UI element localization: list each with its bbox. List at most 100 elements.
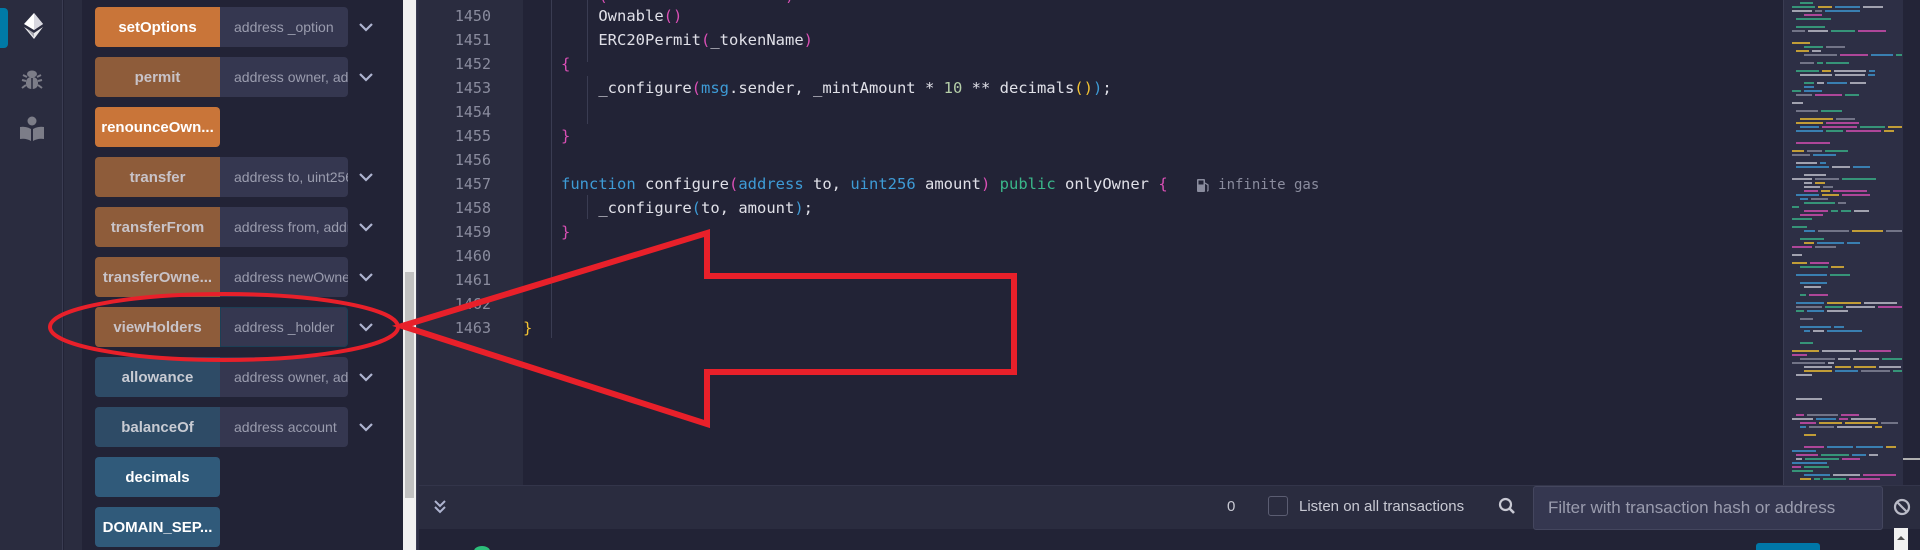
expand-function-button[interactable]: [356, 217, 376, 237]
minimap-line: [1796, 130, 1823, 132]
rail-item-debugger[interactable]: [16, 64, 48, 96]
minimap-line: [1834, 70, 1866, 72]
minimap-line: [1804, 86, 1814, 88]
minimap-line: [1804, 190, 1818, 192]
code-editor[interactable]: 1450 1451 1452 1453 1454 1455 1456 1457 1458 1459…: [419, 0, 1783, 485]
listen-all-transactions-checkbox[interactable]: [1268, 496, 1288, 516]
line-number: 1460: [454, 247, 491, 265]
expand-function-button[interactable]: [356, 417, 376, 437]
minimap-line: [1821, 110, 1842, 112]
expand-function-button[interactable]: [356, 67, 376, 87]
minimap-line: [1878, 306, 1902, 308]
double-chevron-down-icon: [434, 500, 446, 514]
function-button[interactable]: DOMAIN_SEP...: [95, 507, 220, 547]
function-button[interactable]: viewHolders: [95, 307, 220, 347]
minimap-line: [1832, 166, 1850, 168]
minimap-line: [1871, 54, 1893, 56]
terminal-scrollbar[interactable]: [1894, 528, 1908, 550]
minimap-line: [1800, 326, 1831, 328]
minimap-line: [1847, 242, 1860, 244]
rail-item-deploy-run[interactable]: [16, 10, 48, 42]
minimap-line: [1817, 62, 1823, 64]
function-button[interactable]: transfer: [95, 157, 220, 197]
search-icon: [1498, 497, 1516, 520]
minimap-line: [1800, 118, 1833, 120]
chevron-down-icon: [359, 223, 373, 232]
minimap-line: [1825, 10, 1860, 12]
clear-terminal-button[interactable]: [1893, 498, 1911, 521]
minimap-line: [1835, 74, 1865, 76]
function-args-input[interactable]: [220, 357, 348, 397]
minimap-line: [1792, 218, 1812, 220]
minimap-line: [1839, 418, 1848, 420]
minimap-line: [1796, 142, 1830, 144]
minimap-line: [1800, 282, 1827, 284]
function-button[interactable]: decimals: [95, 457, 220, 497]
minimap-line: [1804, 474, 1830, 476]
listen-all-transactions-label[interactable]: Listen on all transactions: [1299, 498, 1464, 515]
minimap-line: [1834, 326, 1844, 328]
minimap-line: [1826, 62, 1849, 64]
function-button[interactable]: transferFrom: [95, 207, 220, 247]
code-token: to, amount: [701, 199, 795, 217]
toggle-terminal-button[interactable]: [433, 498, 447, 519]
minimap-line: [1882, 358, 1902, 360]
terminal-action-button[interactable]: [1756, 543, 1820, 550]
rail-item-learneth[interactable]: [16, 113, 48, 145]
minimap-line: [1800, 74, 1832, 76]
minimap-line: [1863, 474, 1896, 476]
minimap-line: [1792, 354, 1807, 356]
minimap-line: [1827, 82, 1847, 84]
chevron-down-icon: [359, 23, 373, 32]
minimap-line: [1827, 330, 1862, 332]
function-args-input[interactable]: [220, 157, 348, 197]
function-args-input[interactable]: [220, 307, 348, 347]
code-token: _tokenName: [710, 31, 804, 49]
function-button[interactable]: allowance: [95, 357, 220, 397]
minimap-line: [1812, 50, 1821, 52]
minimap-line: [1859, 350, 1891, 352]
minimap-line: [1856, 446, 1883, 448]
expand-function-button[interactable]: [356, 317, 376, 337]
minimap-line: [1805, 458, 1839, 460]
function-args-input[interactable]: [220, 207, 348, 247]
function-args-input[interactable]: [220, 257, 348, 297]
transaction-filter-input[interactable]: [1533, 486, 1883, 530]
function-button[interactable]: renounceOwn...: [95, 107, 220, 147]
function-args-input[interactable]: [220, 7, 348, 47]
expand-function-button[interactable]: [356, 167, 376, 187]
minimap-line: [1868, 74, 1875, 76]
expand-function-button[interactable]: [356, 367, 376, 387]
line-number: 1450: [454, 7, 491, 25]
minimap-line: [1853, 166, 1870, 168]
expand-function-button[interactable]: [356, 267, 376, 287]
line-number: 1457: [454, 175, 491, 193]
ethereum-icon: [24, 13, 43, 39]
function-args-input[interactable]: [220, 407, 348, 447]
minimap-line: [1804, 366, 1832, 368]
minimap-line: [1800, 214, 1823, 216]
function-button[interactable]: balanceOf: [95, 407, 220, 447]
editor-scrollbar[interactable]: [1903, 0, 1920, 485]
minimap-line: [1837, 426, 1872, 428]
line-number: 1455: [454, 127, 491, 145]
expand-function-button[interactable]: [356, 17, 376, 37]
minimap-line: [1858, 30, 1886, 32]
chevron-down-icon: [359, 323, 373, 332]
panel-scrollbar[interactable]: [403, 0, 416, 550]
minimap-line: [1800, 238, 1824, 240]
panel-scrollbar-thumb[interactable]: [405, 272, 414, 498]
minimap-line: [1830, 274, 1850, 276]
editor-minimap[interactable]: [1783, 0, 1903, 485]
code-token: ERC20Permit: [598, 31, 701, 49]
function-row: transferFrom: [95, 207, 348, 247]
function-button[interactable]: transferOwne...: [95, 257, 220, 297]
line-number: 1452: [454, 55, 491, 73]
minimap-line: [1820, 162, 1826, 164]
function-args-input[interactable]: [220, 57, 348, 97]
function-button[interactable]: setOptions: [95, 7, 220, 47]
minimap-line: [1800, 266, 1828, 268]
function-button[interactable]: permit: [95, 57, 220, 97]
line-number: 1463: [454, 319, 491, 337]
code-token: 10: [943, 79, 963, 97]
